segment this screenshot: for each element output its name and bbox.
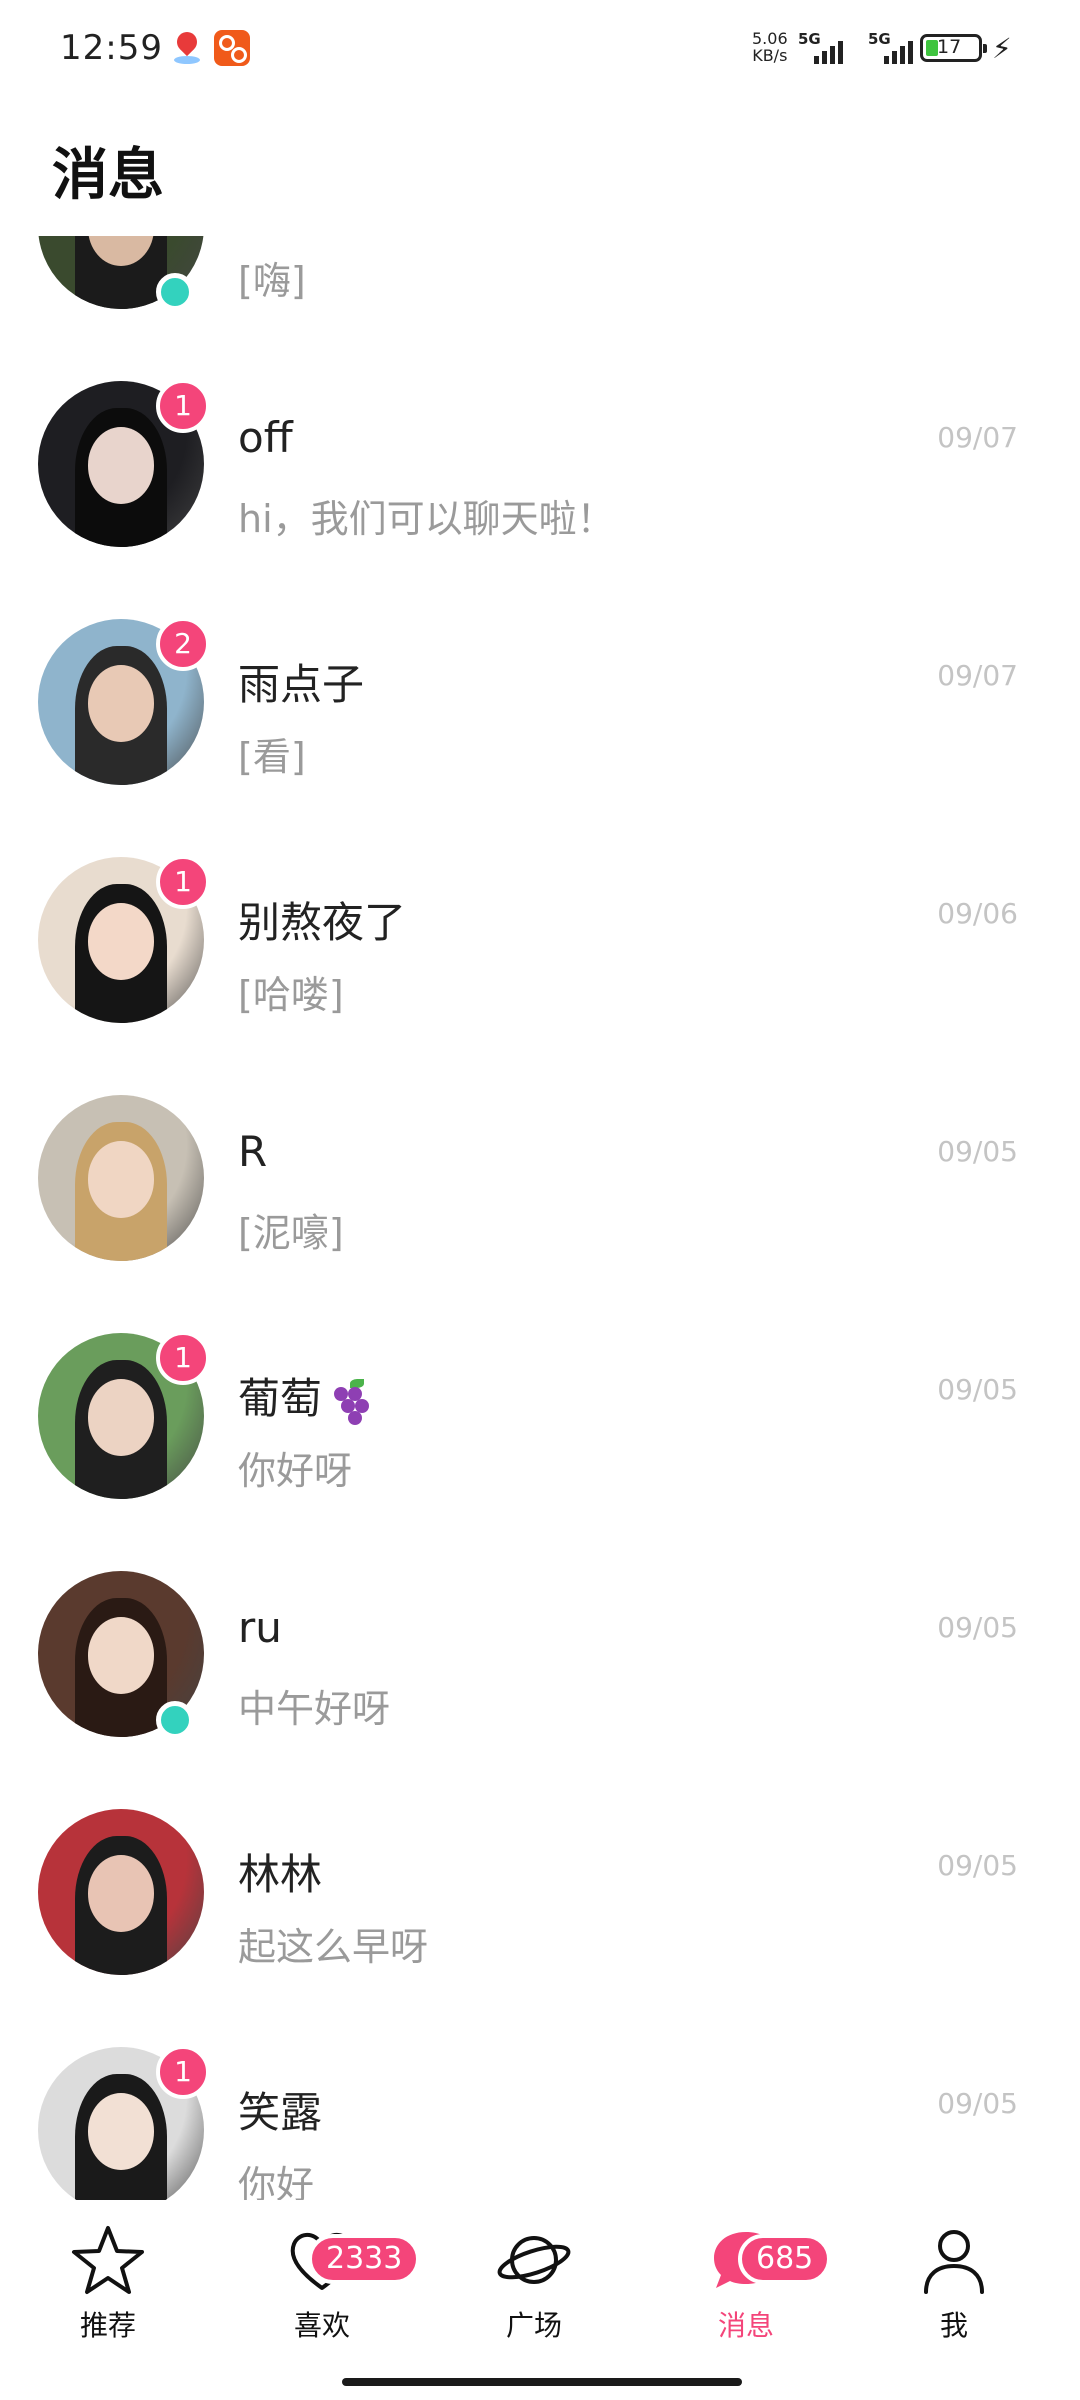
- unread-count-badge: 1: [156, 855, 210, 909]
- message-date: 09/05: [937, 1373, 1018, 1406]
- message-date: 09/07: [937, 659, 1018, 692]
- page-title: 消息: [52, 143, 164, 208]
- contact-name-text: 笑露: [238, 2088, 323, 2137]
- charging-icon: ⚡: [992, 32, 1012, 65]
- conversation-item[interactable]: 1 off 09/07 hi，我们可以聊天啦！: [0, 361, 1080, 599]
- contact-name: off: [238, 413, 293, 462]
- nav-label: 推荐: [79, 2309, 136, 2342]
- contact-name: ru: [238, 1603, 282, 1652]
- unread-count-badge: 1: [156, 1331, 210, 1385]
- nav-tab-chat-bubble[interactable]: 685 消息: [666, 2212, 832, 2342]
- message-date: 09/05: [937, 1135, 1018, 1168]
- message-preview: 中午好呀: [238, 1687, 391, 1731]
- conversation-item[interactable]: 杨文颖 09/07 [嗨]: [0, 236, 1080, 361]
- status-bar: 12:59 5.06 KB/s 5G 5G 17 ⚡: [0, 0, 1080, 100]
- conversation-item[interactable]: R 09/05 [泥嚎]: [0, 1075, 1080, 1313]
- nav-label: 消息: [717, 2309, 774, 2342]
- conversation-list[interactable]: 杨文颖 09/07 [嗨] 1 off 09/07 hi，我们可以聊天啦！ 2 …: [0, 236, 1080, 2200]
- network-speed-unit: KB/s: [752, 46, 788, 65]
- contact-name: 笑露: [238, 2079, 322, 2140]
- contact-name: 林林: [238, 1841, 322, 1902]
- nav-label: 我: [939, 2309, 968, 2342]
- nav-tab-planet[interactable]: 广场: [454, 2212, 614, 2342]
- nav-badge: 2333: [308, 2234, 421, 2284]
- contact-name-text: 葡萄: [238, 1374, 323, 1423]
- message-preview: [哈喽]: [238, 973, 344, 1017]
- message-preview: hi，我们可以聊天啦！: [238, 497, 615, 541]
- conversation-item[interactable]: ru 09/05 中午好呀: [0, 1551, 1080, 1789]
- message-date: 09/05: [937, 2087, 1018, 2120]
- nav-tab-user[interactable]: 我: [874, 2212, 1034, 2342]
- planet-icon: [496, 2222, 572, 2298]
- user-icon: [916, 2222, 992, 2298]
- star-icon: [70, 2222, 146, 2298]
- contact-name: 葡萄: [238, 1365, 372, 1427]
- conversation-item[interactable]: 林林 09/05 起这么早呀: [0, 1789, 1080, 2027]
- message-preview: 你好呀: [238, 1449, 353, 1493]
- unread-count-badge: 1: [156, 2045, 210, 2099]
- contact-name-text: R: [238, 1127, 268, 1176]
- contact-name: 雨点子: [238, 651, 364, 712]
- message-date: 09/05: [937, 1849, 1018, 1882]
- conversation-item[interactable]: 1 葡萄 09/05 你好呀: [0, 1313, 1080, 1551]
- nav-label: 广场: [505, 2309, 562, 2342]
- contact-name-text: 林林: [238, 1850, 323, 1899]
- online-status-dot: [156, 273, 194, 311]
- message-preview: 你好: [238, 2163, 315, 2200]
- map-app-icon: [168, 27, 204, 66]
- conversation-item[interactable]: 1 别熬夜了 09/06 [哈喽]: [0, 837, 1080, 1075]
- avatar[interactable]: [38, 1809, 204, 1975]
- message-preview: [泥嚎]: [238, 1211, 344, 1255]
- avatar[interactable]: [38, 1095, 204, 1261]
- nav-badge: 685: [738, 2234, 832, 2284]
- conversation-item[interactable]: 1 笑露 09/05 你好: [0, 2027, 1080, 2200]
- unread-count-badge: 2: [156, 617, 210, 671]
- grape-emoji-icon: [328, 1377, 372, 1427]
- contact-name-text: off: [238, 413, 293, 462]
- contact-name-text: ru: [238, 1603, 282, 1652]
- status-time: 12:59: [60, 28, 163, 68]
- battery-level: 17: [937, 36, 962, 58]
- message-preview: [看]: [238, 735, 306, 779]
- message-preview: 起这么早呀: [238, 1925, 429, 1969]
- bottom-navigation: 推荐 2333 喜欢 广场 685 消息 我: [0, 2200, 1080, 2400]
- message-date: 09/07: [937, 421, 1018, 454]
- online-status-dot: [156, 1701, 194, 1739]
- conversation-item[interactable]: 2 雨点子 09/07 [看]: [0, 599, 1080, 837]
- contact-name-text: 别熬夜了: [238, 898, 407, 947]
- nav-tab-heart[interactable]: 2333 喜欢: [242, 2212, 421, 2342]
- app-notification-icon: [214, 30, 250, 66]
- message-preview: [嗨]: [238, 259, 306, 303]
- signal-icon: 5G: [798, 30, 862, 64]
- message-date: 09/06: [937, 897, 1018, 930]
- nav-tab-star[interactable]: 推荐: [28, 2212, 188, 2342]
- unread-count-badge: 1: [156, 379, 210, 433]
- network-speed: 5.06 KB/s: [752, 30, 788, 64]
- message-date: 09/05: [937, 1611, 1018, 1644]
- contact-name-text: 雨点子: [238, 660, 365, 709]
- battery-icon: 17: [920, 34, 987, 62]
- network-speed-value: 5.06: [752, 29, 788, 48]
- contact-name: R: [238, 1127, 267, 1176]
- nav-label: 喜欢: [293, 2309, 350, 2342]
- contact-name: 别熬夜了: [238, 889, 406, 950]
- home-indicator[interactable]: [342, 2378, 742, 2386]
